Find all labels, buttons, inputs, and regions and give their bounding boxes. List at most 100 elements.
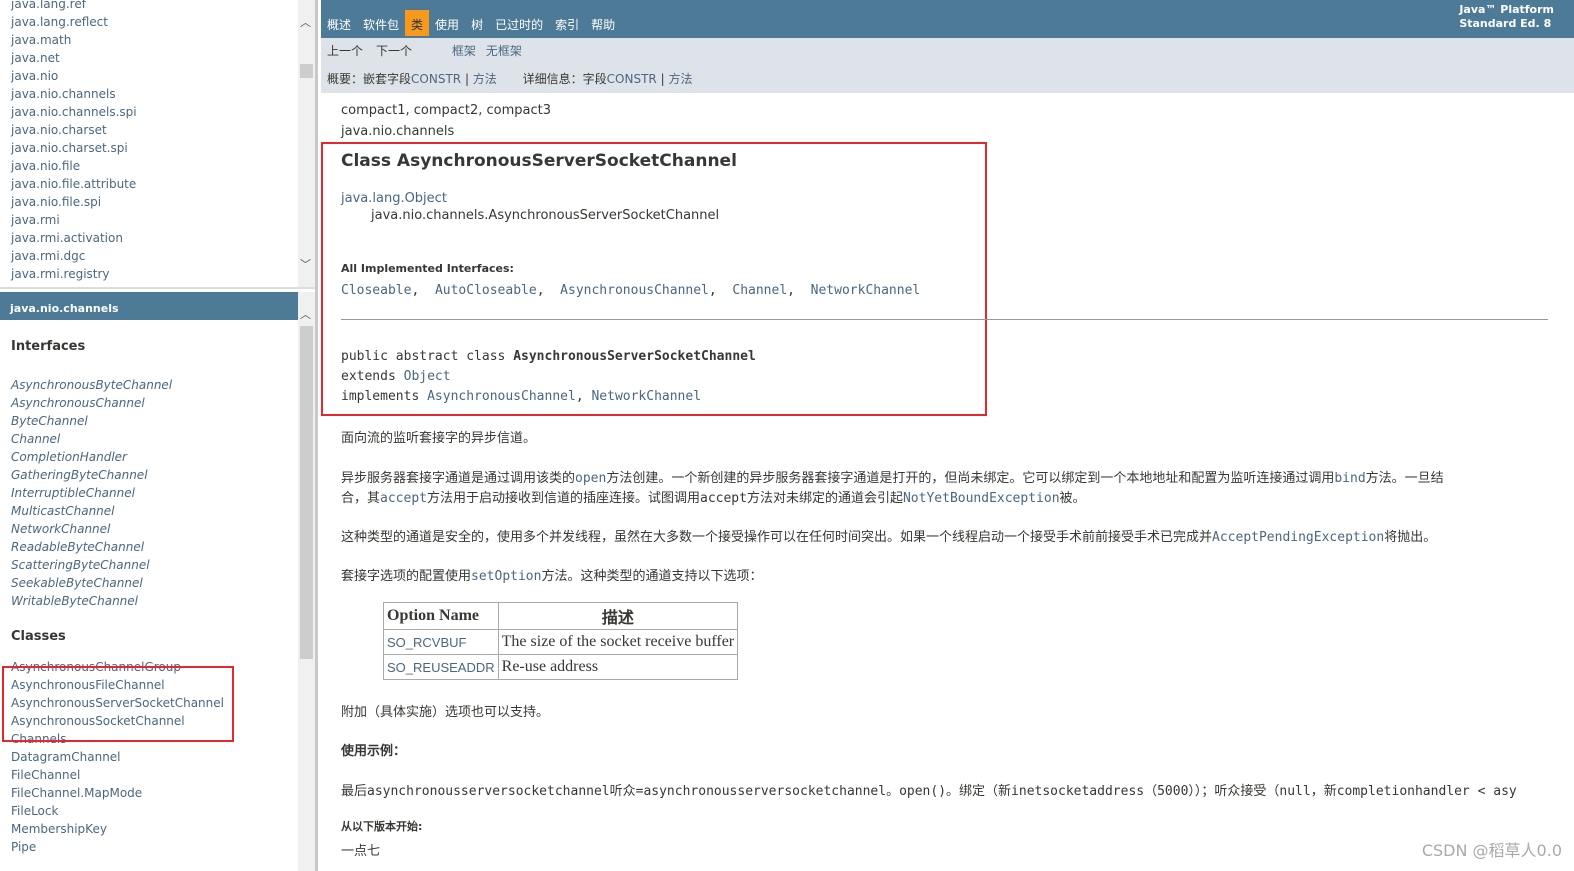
asynchronous-channel-link[interactable]: AsynchronousChannel xyxy=(427,389,576,404)
scrollbar[interactable]: ︿ xyxy=(298,292,315,871)
interface-link[interactable]: AutoCloseable xyxy=(435,283,537,298)
nav-tab[interactable]: 软件包 xyxy=(357,10,405,36)
package-link[interactable]: java.nio xyxy=(11,67,137,85)
sig-text: implements xyxy=(341,389,428,404)
option-link[interactable]: SO_RCVBUF xyxy=(383,629,499,655)
accept-link[interactable]: accept xyxy=(380,491,427,506)
package-link[interactable]: java.nio.charset xyxy=(11,121,137,139)
package-link[interactable]: java.nio.file.spi xyxy=(11,193,137,211)
sig-text: public abstract class xyxy=(341,349,514,364)
superclass-link[interactable]: java.lang.Object xyxy=(341,191,447,206)
text: 附加（具体实施）选项也可以支持。 xyxy=(341,705,550,720)
scroll-thumb[interactable] xyxy=(300,326,313,659)
class-frame: 概述 软件包类使用树已过时的 索引 帮助 Java™ Platform Standar… xyxy=(321,0,1574,871)
text: 方法。这种类型的通道支持以下选项： xyxy=(541,569,763,584)
package-link[interactable]: java.rmi.registry xyxy=(11,265,137,283)
text: 套接字选项的配置使用 xyxy=(341,569,472,584)
interfaces-list: AsynchronousByteChannel AsynchronousChann… xyxy=(11,376,315,610)
nav-tab[interactable]: 帮助 xyxy=(585,10,621,36)
text: 异步服务器套接字通道是通过调用该类的 xyxy=(341,471,576,486)
interface-link[interactable]: NetworkChannel xyxy=(11,520,315,538)
no-frames-link[interactable]: 无框架 xyxy=(486,44,522,58)
interface-link[interactable]: WritableByteChannel xyxy=(11,592,315,610)
description: 面向流的监听套接字的异步信道。 xyxy=(341,431,537,446)
class-link[interactable]: MembershipKey xyxy=(11,820,315,838)
interface-link[interactable]: ReadableByteChannel xyxy=(11,538,315,556)
package-link[interactable]: java.lang.reflect xyxy=(11,13,137,31)
package-link[interactable]: java.nio.file xyxy=(11,157,137,175)
interface-link[interactable]: NetworkChannel xyxy=(811,283,921,298)
interface-link[interactable]: AsynchronousChannel xyxy=(11,394,315,412)
package-link[interactable]: java.nio.charset.spi xyxy=(11,139,137,157)
text: 方法对未绑定的通道会引起 xyxy=(746,491,903,506)
class-title: Class AsynchronousServerSocketChannel xyxy=(341,151,737,171)
scroll-down-icon[interactable]: ﹀ xyxy=(300,256,311,272)
interface-link[interactable]: Closeable xyxy=(341,283,411,298)
interface-link[interactable]: InterruptibleChannel xyxy=(11,484,315,502)
summary-nested: 嵌套字段 xyxy=(363,72,412,86)
setoption-link[interactable]: setOption xyxy=(471,569,541,584)
interface-link[interactable]: CompletionHandler xyxy=(11,448,315,466)
frames-link[interactable]: 框架 xyxy=(452,44,476,58)
exception-link[interactable]: AcceptPendingException xyxy=(1212,530,1384,545)
package-title[interactable]: java.nio.channels xyxy=(0,292,298,320)
network-channel-link[interactable]: NetworkChannel xyxy=(591,389,701,404)
package-link[interactable]: java.lang.ref xyxy=(11,0,137,13)
package-link[interactable]: java.math xyxy=(11,31,137,49)
class-link[interactable]: FileLock xyxy=(11,802,315,820)
option-link[interactable]: SO_REUSEADDR xyxy=(383,654,499,680)
text: 方法创建。一个新创建的异步服务器套接字通道是打开的，但尚未绑定。它可以绑定到一个… xyxy=(606,471,1335,486)
scroll-thumb[interactable] xyxy=(300,64,313,78)
text: 方法。一旦结 xyxy=(1365,471,1444,486)
nav-tab[interactable]: 树 xyxy=(465,10,489,36)
interface-link[interactable]: ByteChannel xyxy=(11,412,315,430)
package-link[interactable]: java.net xyxy=(11,49,137,67)
separator: , xyxy=(536,283,561,298)
bind-link[interactable]: bind xyxy=(1334,471,1365,486)
interface-link[interactable]: SeekableByteChannel xyxy=(11,574,315,592)
package-link[interactable]: java.nio.channels xyxy=(11,85,137,103)
object-link[interactable]: Object xyxy=(404,369,451,384)
class-link[interactable]: DatagramChannel xyxy=(11,748,315,766)
sep: | xyxy=(656,72,669,86)
nav-tabs: 概述 软件包类使用树已过时的 索引 帮助 xyxy=(321,10,621,36)
scroll-up-icon[interactable]: ︿ xyxy=(300,306,311,322)
exception-link[interactable]: NotYetBoundException xyxy=(903,491,1060,506)
detail-constr-link[interactable]: CONSTR xyxy=(607,72,657,86)
interface-link[interactable]: GatheringByteChannel xyxy=(11,466,315,484)
prev-link[interactable]: 上一个 xyxy=(327,44,363,58)
package-link[interactable]: java.nio.file.attribute xyxy=(11,175,137,193)
package-link[interactable]: java.rmi.activation xyxy=(11,229,137,247)
class-link[interactable]: FileChannel.MapMode xyxy=(11,784,315,802)
detail-method-link[interactable]: 方法 xyxy=(668,72,692,86)
summary-constr-link[interactable]: CONSTR xyxy=(411,72,461,86)
table-row: SO_REUSEADDR Re-use address xyxy=(383,654,739,680)
interface-link[interactable]: AsynchronousByteChannel xyxy=(11,376,315,394)
interface-link[interactable]: ScatteringByteChannel xyxy=(11,556,315,574)
scrollbar[interactable]: ︿ ﹀ xyxy=(298,0,315,287)
next-link[interactable]: 下一个 xyxy=(376,44,412,58)
scroll-up-icon[interactable]: ︿ xyxy=(300,14,311,30)
nav-tab[interactable]: 概述 xyxy=(321,10,357,36)
package-link[interactable]: java.nio.channels.spi xyxy=(11,103,137,121)
interface-link[interactable]: MulticastChannel xyxy=(11,502,315,520)
class-link[interactable]: Pipe xyxy=(11,838,315,856)
package-link[interactable]: java.rmi.dgc xyxy=(11,247,137,265)
class-link[interactable]: FileChannel xyxy=(11,766,315,784)
top-nav: 概述 软件包类使用树已过时的 索引 帮助 Java™ Platform Standar… xyxy=(321,0,1574,38)
platform-line1: Java™ Platform xyxy=(1459,3,1554,16)
nav-tab[interactable]: 使用 xyxy=(429,10,465,36)
interface-link[interactable]: AsynchronousChannel xyxy=(560,283,709,298)
impl-list: Closeable, AutoCloseable, AsynchronousCh… xyxy=(341,283,920,298)
nav-tab[interactable]: 类 xyxy=(405,10,430,36)
package-link[interactable]: java.rmi xyxy=(11,211,137,229)
cell: Re-use address xyxy=(497,654,739,680)
class-hierarchy: java.nio.channels.AsynchronousServerSock… xyxy=(371,208,720,223)
package-list-frame: java.lang.ref java.lang.reflect java.math j… xyxy=(0,0,315,289)
open-link[interactable]: open xyxy=(575,471,606,486)
interface-link[interactable]: Channel xyxy=(732,283,787,298)
summary-method-link[interactable]: 方法 xyxy=(473,72,497,86)
nav-tab[interactable]: 已过时的 xyxy=(489,10,549,36)
nav-tab[interactable]: 索引 xyxy=(549,10,585,36)
interface-link[interactable]: Channel xyxy=(11,430,315,448)
